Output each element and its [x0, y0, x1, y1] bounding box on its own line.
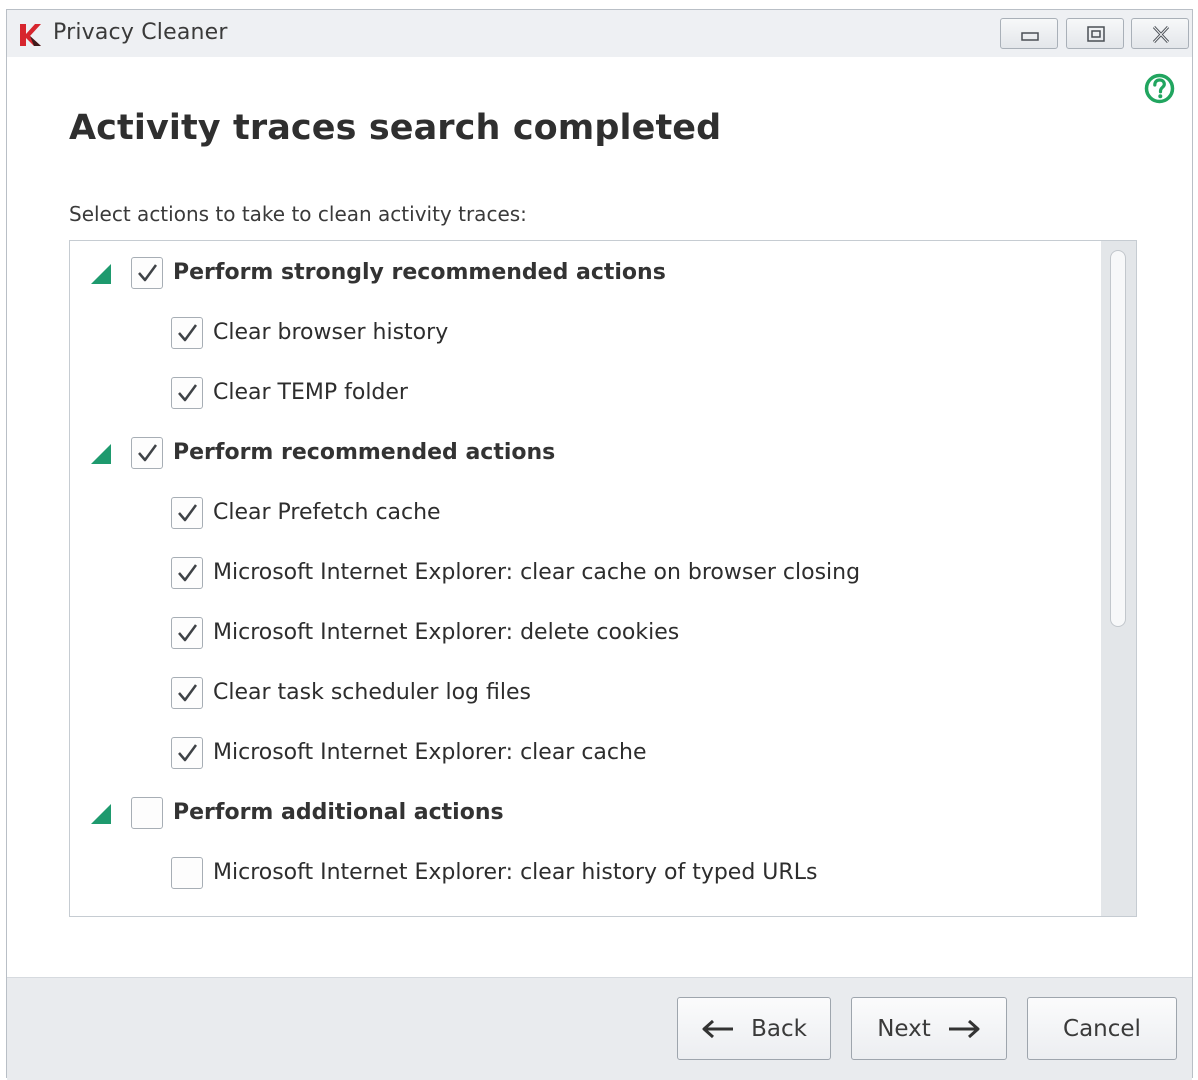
action-checkbox[interactable]: [171, 497, 203, 529]
minimize-icon: [1021, 32, 1039, 41]
action-group-row[interactable]: Perform strongly recommended actions: [70, 252, 1100, 292]
help-icon[interactable]: [1143, 72, 1176, 105]
group-checkbox[interactable]: [131, 797, 163, 829]
close-icon: [1152, 25, 1170, 44]
action-item-row[interactable]: Microsoft Internet Explorer: clear cache: [70, 732, 1100, 772]
minimize-button[interactable]: [1000, 18, 1058, 49]
action-item-row[interactable]: Clear Prefetch cache: [70, 492, 1100, 532]
action-group-row[interactable]: Perform additional actions: [70, 792, 1100, 832]
group-checkbox[interactable]: [131, 437, 163, 469]
next-button[interactable]: Next: [851, 997, 1007, 1060]
back-button-label: Back: [751, 1015, 807, 1042]
action-item-label: Microsoft Internet Explorer: clear cache…: [213, 560, 861, 585]
expand-triangle-icon[interactable]: [90, 443, 112, 465]
action-group-label: Perform additional actions: [173, 800, 504, 825]
action-group-label: Perform strongly recommended actions: [173, 260, 666, 285]
action-checkbox[interactable]: [171, 317, 203, 349]
action-group-label: Perform recommended actions: [173, 440, 556, 465]
action-checkbox[interactable]: [171, 377, 203, 409]
checkmark-icon: [178, 504, 198, 522]
scrollbar-thumb[interactable]: [1110, 250, 1126, 627]
next-button-label: Next: [877, 1015, 931, 1042]
action-item-row[interactable]: Microsoft Internet Explorer: clear histo…: [70, 852, 1100, 892]
page-title: Activity traces search completed: [69, 108, 722, 148]
window-title: Privacy Cleaner: [53, 20, 228, 45]
action-item-label: Microsoft Internet Explorer: delete cook…: [213, 620, 680, 645]
vertical-scrollbar[interactable]: [1101, 241, 1136, 916]
checkmark-icon: [178, 744, 198, 762]
action-item-label: Clear task scheduler log files: [213, 680, 531, 705]
cancel-button[interactable]: Cancel: [1027, 997, 1177, 1060]
checkmark-icon: [178, 684, 198, 702]
action-item-row[interactable]: Clear TEMP folder: [70, 372, 1100, 412]
footer-bar: Back Next Cancel: [7, 977, 1192, 1080]
checkmark-icon: [178, 384, 198, 402]
kaspersky-logo-icon: [20, 24, 41, 46]
actions-list: Perform strongly recommended actions Clea…: [69, 240, 1137, 917]
action-checkbox[interactable]: [171, 677, 203, 709]
maximize-icon: [1087, 26, 1105, 42]
expand-triangle-icon[interactable]: [90, 263, 112, 285]
checkmark-icon: [178, 324, 198, 342]
title-bar[interactable]: Privacy Cleaner: [7, 10, 1192, 57]
action-item-label: Microsoft Internet Explorer: clear histo…: [213, 860, 818, 885]
instructions-text: Select actions to take to clean activity…: [69, 202, 527, 226]
action-checkbox[interactable]: [171, 557, 203, 589]
action-checkbox[interactable]: [171, 617, 203, 649]
back-button[interactable]: Back: [677, 997, 831, 1060]
action-group-row[interactable]: Perform recommended actions: [70, 432, 1100, 472]
action-item-row[interactable]: Microsoft Internet Explorer: delete cook…: [70, 612, 1100, 652]
action-item-row[interactable]: Microsoft Internet Explorer: clear cache…: [70, 552, 1100, 592]
checkmark-icon: [178, 564, 198, 582]
expand-triangle-icon[interactable]: [90, 803, 112, 825]
action-item-label: Clear TEMP folder: [213, 380, 408, 405]
maximize-button[interactable]: [1066, 18, 1124, 49]
action-item-label: Microsoft Internet Explorer: clear cache: [213, 740, 647, 765]
action-item-label: Clear Prefetch cache: [213, 500, 441, 525]
action-checkbox[interactable]: [171, 857, 203, 889]
app-window: Privacy Cleaner Activity traces search c…: [6, 9, 1193, 1080]
group-checkbox[interactable]: [131, 257, 163, 289]
action-item-row[interactable]: Clear task scheduler log files: [70, 672, 1100, 712]
action-item-row[interactable]: Clear browser history: [70, 312, 1100, 352]
arrow-left-icon: [702, 1019, 734, 1038]
action-checkbox[interactable]: [171, 737, 203, 769]
close-button[interactable]: [1131, 18, 1189, 49]
action-item-label: Clear browser history: [213, 320, 449, 345]
cancel-button-label: Cancel: [1063, 1015, 1141, 1042]
checkmark-icon: [138, 444, 158, 462]
checkmark-icon: [138, 264, 158, 282]
checkmark-icon: [178, 624, 198, 642]
arrow-right-icon: [948, 1019, 980, 1038]
